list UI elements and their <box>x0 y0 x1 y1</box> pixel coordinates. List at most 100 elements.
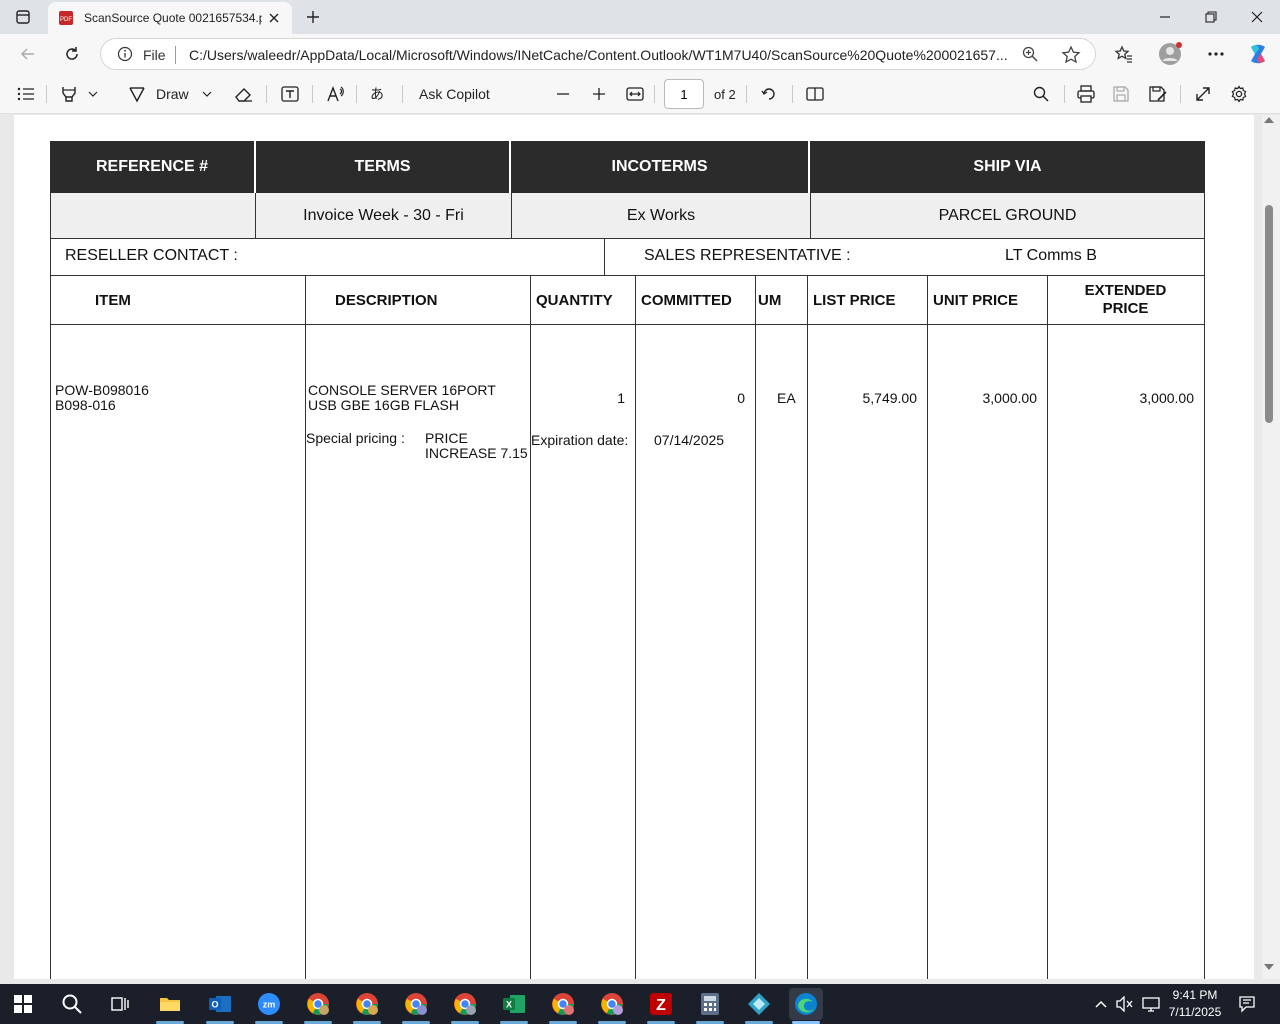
save-as-icon[interactable] <box>1148 82 1168 106</box>
calculator-icon[interactable] <box>693 988 727 1024</box>
description-line2: USB GBE 16GB FLASH <box>308 397 459 413</box>
task-view-icon[interactable] <box>103 988 137 1020</box>
svg-text:あ: あ <box>370 87 384 103</box>
scrollbar-thumb[interactable] <box>1265 205 1273 423</box>
unit-price-column-header: UNIT PRICE <box>933 291 1019 309</box>
volume-muted-icon[interactable] <box>1116 984 1134 1024</box>
address-divider <box>175 46 176 64</box>
page-number-input[interactable]: 1 <box>664 79 704 109</box>
taskbar-search-icon[interactable] <box>55 988 89 1020</box>
table-row-description: CONSOLE SERVER 16PORT USB GBE 16GB FLASH <box>308 383 496 413</box>
chrome-profile-5-icon[interactable] <box>546 988 580 1024</box>
committed-column-header: COMMITTED <box>641 291 732 309</box>
title-bar: PDF ScanSource Quote 0021657534.p <box>0 0 1280 34</box>
highlight-dropdown-chevron-icon[interactable] <box>88 82 98 106</box>
sales-rep-value: LT Comms B <box>1005 247 1097 264</box>
read-aloud-icon[interactable] <box>326 82 346 106</box>
svg-text:zm: zm <box>263 1000 276 1010</box>
windows-start-icon[interactable] <box>6 988 40 1020</box>
pdf-viewport[interactable]: REFERENCE # TERMS INCOTERMS SHIP VIA Inv… <box>0 115 1262 979</box>
save-icon[interactable] <box>1112 82 1130 106</box>
column-divider <box>927 276 928 979</box>
system-clock[interactable]: 9:41 PM 7/11/2025 <box>1160 987 1230 1021</box>
scroll-down-arrow-icon[interactable] <box>1264 964 1274 970</box>
chrome-profile-3-icon[interactable] <box>399 988 433 1024</box>
address-row: File C:/Users/waleedr/AppData/Local/Micr… <box>0 34 1280 74</box>
close-tab-icon[interactable] <box>264 8 284 28</box>
copilot-icon[interactable] <box>1244 40 1272 68</box>
print-icon[interactable] <box>1076 82 1096 106</box>
chrome-profile-4-icon[interactable] <box>448 988 482 1024</box>
back-icon[interactable] <box>14 40 42 68</box>
column-divider <box>305 276 306 979</box>
item-sku: B098-016 <box>55 397 116 413</box>
draw-button[interactable]: Draw <box>128 82 189 106</box>
toolbar-divider <box>746 85 747 103</box>
close-window-icon[interactable] <box>1234 0 1280 34</box>
quantity-value: 1 <box>617 390 625 406</box>
toolbar-divider <box>312 85 313 103</box>
favorites-icon[interactable] <box>1110 40 1138 68</box>
show-hidden-icons-chevron-icon[interactable] <box>1094 984 1108 1024</box>
profile-avatar-icon[interactable] <box>1156 40 1184 68</box>
network-icon[interactable] <box>1142 984 1160 1024</box>
scroll-up-arrow-icon[interactable] <box>1264 117 1274 123</box>
extended-price-header-line1: EXTENDED <box>1084 282 1167 299</box>
app-diamond-icon[interactable] <box>742 988 776 1024</box>
toolbar-divider <box>46 85 47 103</box>
quantity-column-header: QUANTITY <box>536 291 613 309</box>
toolbar-divider <box>654 85 655 103</box>
ship-via-header: SHIP VIA <box>973 158 1042 175</box>
page-view-icon[interactable] <box>805 82 825 106</box>
pdf-toolbar: Draw あ Ask Copilot 1 of 2 <box>0 74 1280 114</box>
draw-dropdown-chevron-icon[interactable] <box>202 82 212 106</box>
rotate-icon[interactable] <box>760 82 778 106</box>
quote-values-row: Invoice Week - 30 - Fri Ex Works PARCEL … <box>50 193 1205 239</box>
address-bar[interactable]: File C:/Users/waleedr/AppData/Local/Micr… <box>100 38 1096 70</box>
special-pricing-line2: INCREASE 7.15 <box>425 445 528 461</box>
chrome-profile-2-icon[interactable] <box>350 988 384 1024</box>
search-icon[interactable] <box>1032 82 1050 106</box>
incoterms-header: INCOTERMS <box>511 141 810 193</box>
chrome-profile-6-icon[interactable] <box>595 988 629 1024</box>
zoom-app-icon[interactable]: zm <box>252 988 286 1024</box>
table-of-contents-icon[interactable] <box>16 82 36 106</box>
special-pricing-line1: PRICE <box>425 430 468 446</box>
reference-header: REFERENCE # <box>50 141 256 193</box>
refresh-icon[interactable] <box>58 40 86 68</box>
add-text-icon[interactable] <box>280 82 300 106</box>
chrome-profile-w-icon[interactable] <box>301 988 335 1024</box>
filezilla-icon[interactable]: Z <box>644 988 678 1024</box>
more-menu-icon[interactable] <box>1202 40 1230 68</box>
zoom-in-icon[interactable] <box>592 82 606 106</box>
edge-browser-icon[interactable] <box>789 988 823 1024</box>
browser-tab[interactable]: PDF ScanSource Quote 0021657534.p <box>48 2 292 34</box>
outlook-icon[interactable]: O <box>203 988 237 1024</box>
minimize-icon[interactable] <box>1142 0 1188 34</box>
fullscreen-icon[interactable] <box>1194 82 1212 106</box>
zoom-icon[interactable] <box>1021 45 1039 68</box>
toolbar-divider <box>792 85 793 103</box>
fit-to-width-icon[interactable] <box>626 82 644 106</box>
highlight-icon[interactable] <box>60 82 78 106</box>
excel-icon[interactable]: X <box>497 988 531 1024</box>
tab-actions-icon[interactable] <box>10 4 36 30</box>
taskbar: O zm X Z 9:41 PM 7/11/2025 <box>0 984 1280 1024</box>
restore-icon[interactable] <box>1188 0 1234 34</box>
table-row-item: POW-B098016 B098-016 <box>55 383 149 413</box>
notifications-icon[interactable] <box>1238 984 1256 1024</box>
translate-icon[interactable]: あ <box>370 82 390 106</box>
url-text[interactable]: C:/Users/waleedr/AppData/Local/Microsoft… <box>189 47 1009 63</box>
toolbar-divider <box>1180 85 1181 103</box>
info-icon[interactable] <box>117 46 133 62</box>
eraser-icon[interactable] <box>234 82 254 106</box>
sales-rep-label: SALES REPRESENTATIVE : <box>644 247 851 264</box>
favorite-star-icon[interactable] <box>1061 45 1081 70</box>
terms-header: TERMS <box>256 141 511 193</box>
settings-gear-icon[interactable] <box>1230 82 1248 106</box>
special-pricing-note: PRICE INCREASE 7.15 <box>425 431 528 461</box>
ask-copilot-button[interactable]: Ask Copilot <box>419 82 490 106</box>
zoom-out-icon[interactable] <box>556 82 570 106</box>
file-explorer-icon[interactable] <box>153 988 187 1024</box>
new-tab-icon[interactable] <box>300 4 326 30</box>
